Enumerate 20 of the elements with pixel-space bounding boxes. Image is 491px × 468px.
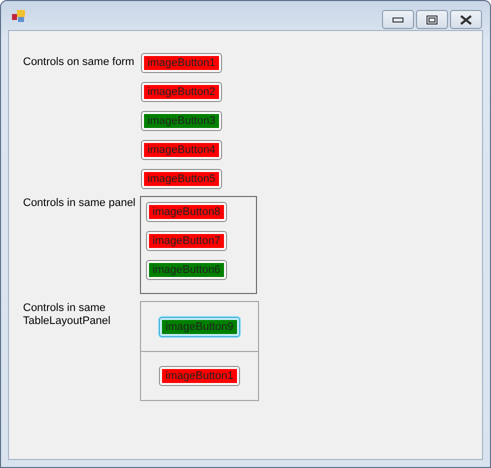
image-button[interactable]: imageButton4 bbox=[141, 140, 222, 160]
maximize-icon bbox=[426, 14, 438, 24]
image-button[interactable]: imageButton1 bbox=[141, 53, 222, 73]
image-button[interactable]: imageButton5 bbox=[141, 169, 222, 189]
section-label: Controls in same panel bbox=[23, 196, 137, 210]
app-icon bbox=[11, 8, 27, 22]
section-label: Controls in same TableLayoutPanel bbox=[23, 301, 112, 328]
image-button[interactable]: imageButton7 bbox=[146, 231, 227, 251]
maximize-button[interactable] bbox=[416, 10, 448, 29]
image-button[interactable]: imageButton8 bbox=[146, 202, 227, 222]
close-icon bbox=[460, 14, 472, 24]
minimize-icon bbox=[392, 16, 404, 22]
image-button[interactable]: imageButton3 bbox=[141, 111, 222, 131]
image-button[interactable]: imageButton9 bbox=[159, 316, 240, 336]
section-label: Controls on same form bbox=[23, 55, 136, 69]
minimize-button[interactable] bbox=[382, 10, 414, 29]
image-button[interactable]: imageButton6 bbox=[146, 260, 227, 280]
image-button[interactable]: imageButton1 bbox=[159, 366, 240, 386]
image-button[interactable]: imageButton2 bbox=[141, 82, 222, 102]
close-button[interactable] bbox=[450, 10, 482, 29]
